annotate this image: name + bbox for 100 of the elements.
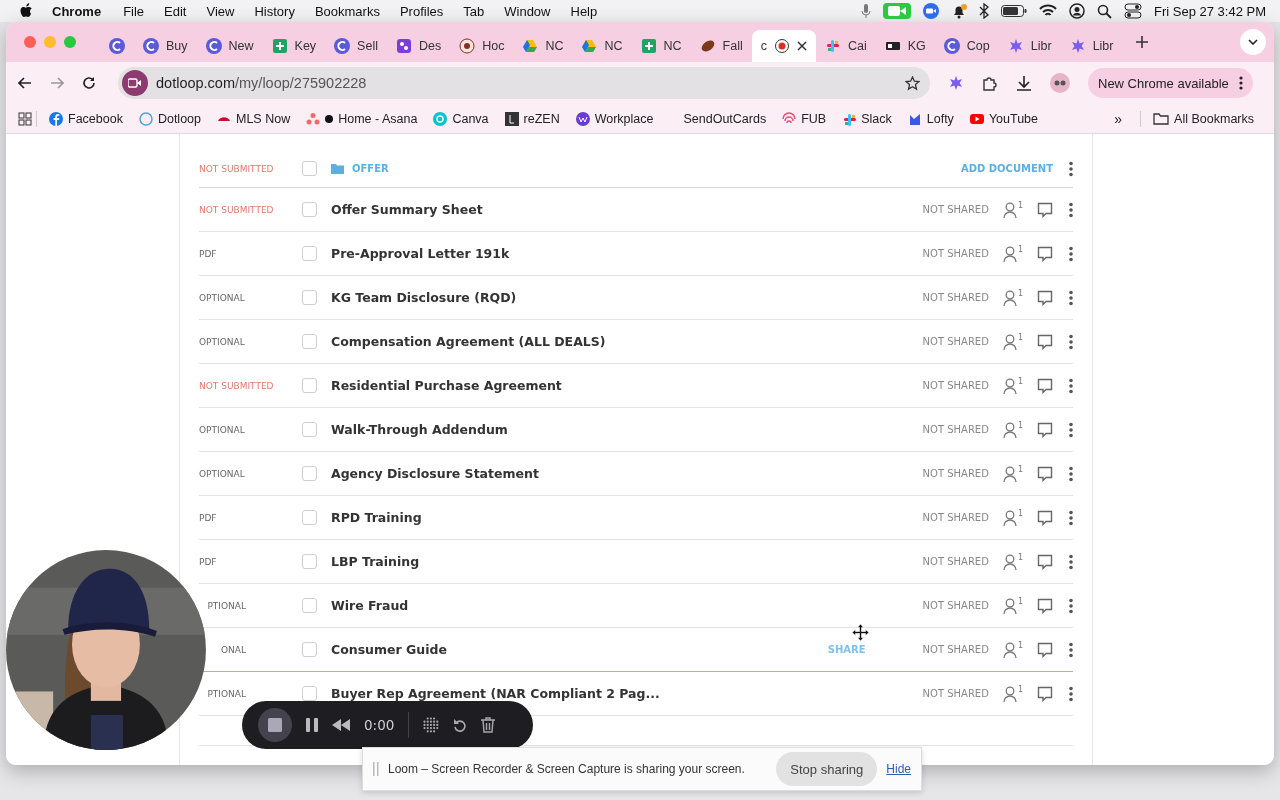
- document-row[interactable]: PDF Pre-Approval Letter 191k NOT SHARED 1: [199, 232, 1073, 276]
- comment-icon[interactable]: [1037, 465, 1053, 482]
- comment-icon[interactable]: [1037, 597, 1053, 614]
- bookmark[interactable]: SendOutCards: [675, 111, 775, 126]
- puzzle-icon[interactable]: [982, 75, 998, 91]
- comment-icon[interactable]: [1037, 201, 1053, 218]
- rewind-icon[interactable]: [332, 719, 350, 731]
- bell-icon[interactable]: [951, 3, 967, 19]
- document-row[interactable]: PTIONAL Wire Fraud NOT SHARED 1: [199, 584, 1073, 628]
- wifi-icon[interactable]: [1039, 4, 1057, 18]
- user-icon[interactable]: [1069, 3, 1085, 19]
- bookmark[interactable]: Lofty: [899, 111, 962, 126]
- document-row[interactable]: OPTIONAL Compensation Agreement (ALL DEALS) NOT SHARED 1: [199, 320, 1073, 364]
- download-icon[interactable]: [1016, 75, 1032, 91]
- more-vertical-icon[interactable]: [1069, 377, 1073, 394]
- viewer-count[interactable]: 1: [1002, 201, 1023, 218]
- checkbox[interactable]: [302, 642, 317, 657]
- viewer-count[interactable]: 1: [1002, 465, 1023, 482]
- back-icon[interactable]: [18, 77, 32, 89]
- menu-item[interactable]: Edit: [154, 3, 197, 19]
- menu-item[interactable]: Help: [560, 3, 608, 19]
- bookmark[interactable]: MLS Now: [209, 111, 299, 126]
- bookmark[interactable]: Slack: [834, 111, 900, 126]
- browser-tab[interactable]: Key: [262, 30, 326, 62]
- document-name[interactable]: Agency Disclosure Statement: [331, 466, 539, 481]
- close-icon[interactable]: [797, 41, 807, 51]
- viewer-count[interactable]: 1: [1002, 685, 1023, 702]
- comment-icon[interactable]: [1037, 685, 1053, 702]
- bookmark[interactable]: Workplace: [567, 111, 662, 126]
- document-name[interactable]: Compensation Agreement (ALL DEALS): [331, 334, 606, 349]
- comment-icon[interactable]: [1037, 641, 1053, 658]
- browser-tab[interactable]: Cai: [816, 30, 876, 62]
- document-row[interactable]: OPTIONAL KG Team Disclosure (RQD) NOT SHARED 1: [199, 276, 1073, 320]
- document-name[interactable]: Offer Summary Sheet: [331, 202, 483, 217]
- comment-icon[interactable]: [1037, 377, 1053, 394]
- trash-icon[interactable]: [481, 717, 496, 733]
- more-vertical-icon[interactable]: [1069, 421, 1073, 438]
- browser-tab[interactable]: Fall: [690, 30, 752, 62]
- menu-item[interactable]: History: [244, 3, 305, 19]
- more-vertical-icon[interactable]: [1069, 160, 1073, 177]
- browser-tab[interactable]: Libr: [1060, 30, 1123, 62]
- pause-icon[interactable]: [306, 718, 318, 732]
- address-bar[interactable]: dotloop.com/my/loop/275902228: [118, 67, 930, 99]
- checkbox[interactable]: [302, 378, 317, 393]
- document-name[interactable]: KG Team Disclosure (RQD): [331, 290, 517, 305]
- bookmark-star-icon[interactable]: [905, 75, 920, 91]
- more-vertical-icon[interactable]: [1069, 333, 1073, 350]
- more-vertical-icon[interactable]: [1069, 465, 1073, 482]
- drag-handle-icon[interactable]: [373, 762, 379, 776]
- toggle-icon[interactable]: [1124, 3, 1142, 19]
- browser-tab[interactable]: Cop: [934, 30, 999, 62]
- all-bookmarks-button[interactable]: All Bookmarks: [1145, 111, 1262, 126]
- checkbox[interactable]: [302, 422, 317, 437]
- bookmark[interactable]: reZEN: [496, 111, 568, 126]
- more-vertical-icon[interactable]: [1069, 597, 1073, 614]
- browser-tab[interactable]: New: [196, 30, 263, 62]
- document-row[interactable]: OPTIONAL Walk-Through Addendum NOT SHARED 1: [199, 408, 1073, 452]
- battery-icon[interactable]: [1001, 5, 1027, 17]
- zoom-app-icon[interactable]: [923, 3, 939, 19]
- stop-sharing-button[interactable]: Stop sharing: [776, 752, 878, 786]
- document-row[interactable]: NOT SUBMITTED Residential Purchase Agreement NOT SHARED 1: [199, 364, 1073, 408]
- document-name[interactable]: Wire Fraud: [331, 598, 409, 613]
- browser-tab[interactable]: Hoc: [450, 30, 514, 62]
- browser-tab[interactable]: Sell: [325, 30, 387, 62]
- viewer-count[interactable]: 1: [1002, 421, 1023, 438]
- document-name[interactable]: LBP Training: [331, 554, 420, 569]
- menu-item[interactable]: Window: [494, 3, 561, 19]
- menu-item[interactable]: Profiles: [389, 3, 454, 19]
- document-row[interactable]: OPTIONAL Agency Disclosure Statement NOT SHARED 1: [199, 452, 1073, 496]
- viewer-count[interactable]: 1: [1002, 553, 1023, 570]
- checkbox[interactable]: [302, 510, 317, 525]
- more-vertical-icon[interactable]: [1069, 685, 1073, 702]
- restart-icon[interactable]: [453, 717, 468, 733]
- reload-icon[interactable]: [82, 76, 96, 90]
- stop-recording-button[interactable]: [258, 708, 292, 742]
- more-vertical-icon[interactable]: [1069, 641, 1073, 658]
- checkbox[interactable]: [302, 554, 317, 569]
- update-chrome-button[interactable]: New Chrome available: [1088, 68, 1253, 98]
- more-vertical-icon[interactable]: [1069, 509, 1073, 526]
- browser-tab[interactable]: c: [751, 30, 816, 62]
- comment-icon[interactable]: [1037, 333, 1053, 350]
- document-row[interactable]: NOT SUBMITTED Offer Summary Sheet NOT SHARED 1: [199, 188, 1073, 232]
- hide-link[interactable]: Hide: [886, 762, 911, 776]
- comment-icon[interactable]: [1037, 289, 1053, 306]
- menu-item[interactable]: Bookmarks: [304, 3, 390, 19]
- apple-icon[interactable]: [20, 3, 34, 19]
- document-row[interactable]: PDF LBP Training NOT SHARED 1: [199, 540, 1073, 584]
- browser-tab[interactable]: KG: [875, 30, 935, 62]
- checkbox[interactable]: [302, 686, 317, 701]
- more-bookmarks-button[interactable]: »: [1100, 110, 1137, 127]
- dot-grid-icon[interactable]: [423, 717, 440, 733]
- comment-icon[interactable]: [1037, 245, 1053, 262]
- bookmark[interactable]: FUB: [774, 111, 835, 126]
- new-tab-icon[interactable]: [1136, 36, 1149, 48]
- checkbox[interactable]: [302, 598, 317, 613]
- document-name[interactable]: Consumer Guide: [331, 642, 447, 657]
- more-vertical-icon[interactable]: [1069, 553, 1073, 570]
- checkbox[interactable]: [302, 246, 317, 261]
- browser-tab[interactable]: Des: [386, 30, 451, 62]
- browser-tab[interactable]: Libr: [998, 30, 1061, 62]
